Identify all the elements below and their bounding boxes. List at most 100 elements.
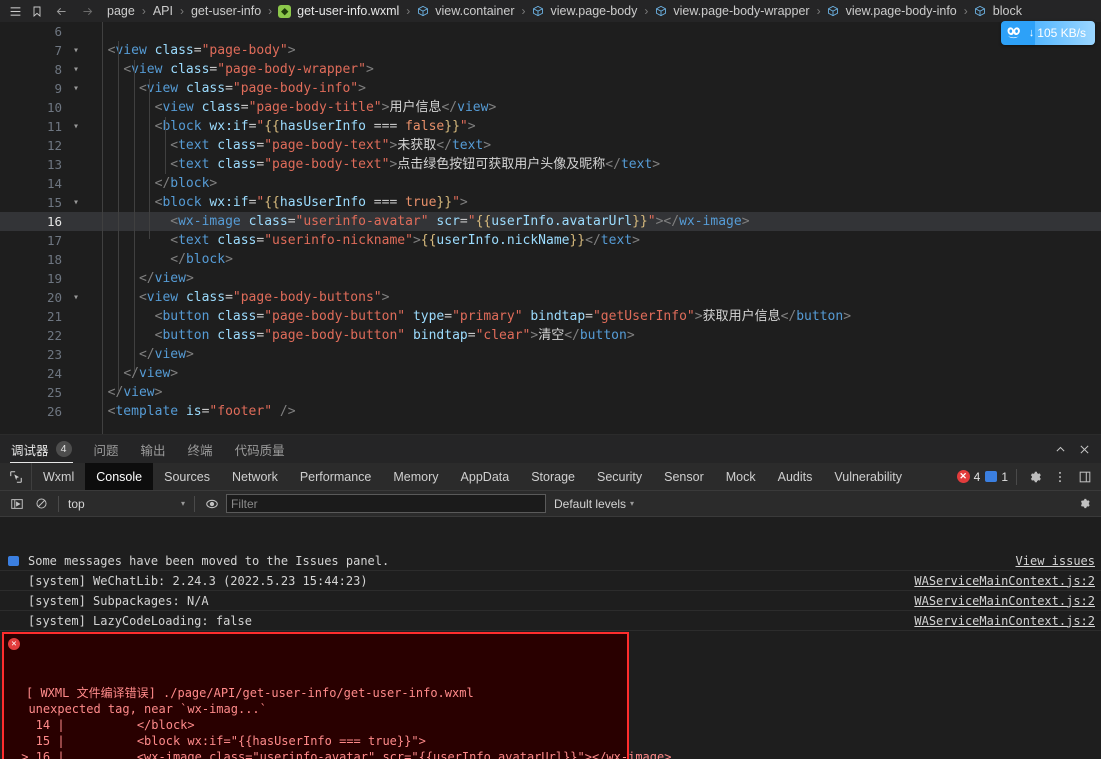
- devtools-tab-sensor[interactable]: Sensor: [653, 463, 715, 490]
- code-token: </: [123, 366, 139, 381]
- code-line[interactable]: 24 </view>: [0, 364, 1101, 383]
- devtools-tab-sources[interactable]: Sources: [153, 463, 221, 490]
- code-line[interactable]: 6: [0, 22, 1101, 41]
- devtools-tab-performance[interactable]: Performance: [289, 463, 383, 490]
- code-line[interactable]: 21 <button class="page-body-button" type…: [0, 307, 1101, 326]
- breadcrumb-item-api[interactable]: API: [152, 4, 174, 18]
- fold-chevron-icon[interactable]: ▾: [69, 60, 83, 79]
- execute-sidebar-icon[interactable]: [5, 493, 29, 515]
- hamburger-menu-icon[interactable]: [4, 1, 26, 21]
- panel-tab-调试器[interactable]: 调试器 4: [0, 435, 83, 463]
- code-line[interactable]: 8 ▾ <view class="page-body-wrapper">: [0, 60, 1101, 79]
- console-row[interactable]: [system] LazyCodeLoading: false WAService…: [0, 611, 1101, 631]
- fold-chevron-icon[interactable]: ▾: [69, 117, 83, 136]
- fold-chevron-icon[interactable]: ▾: [69, 193, 83, 212]
- code-token: </: [780, 309, 797, 324]
- breadcrumb-item-view-page-body[interactable]: view.page-body: [532, 4, 639, 18]
- panel-tab-问题[interactable]: 问题: [83, 435, 130, 463]
- breadcrumb-item-get-user-info[interactable]: get-user-info: [190, 4, 262, 18]
- bookmark-icon[interactable]: [26, 1, 48, 21]
- gear-icon[interactable]: [1072, 493, 1096, 515]
- code-line[interactable]: 19 </view>: [0, 269, 1101, 288]
- console-row[interactable]: [system] Subpackages: N/A WAServiceMainCo…: [0, 591, 1101, 611]
- devtools-tab-mock[interactable]: Mock: [715, 463, 767, 490]
- code-line[interactable]: 22 <button class="page-body-button" bind…: [0, 326, 1101, 345]
- panel-tab-bar: 调试器 4 问题 输出 终端 代码质量: [0, 435, 1101, 463]
- line-number: 22: [46, 328, 62, 343]
- console-row-link[interactable]: WAServiceMainContext.js:2: [914, 614, 1095, 628]
- code-line[interactable]: 23 </view>: [0, 345, 1101, 364]
- code-token: view: [138, 366, 171, 381]
- console-levels-select[interactable]: Default levels ▾: [554, 497, 634, 511]
- devtools-tab-memory[interactable]: Memory: [382, 463, 449, 490]
- chevron-up-icon[interactable]: [1049, 438, 1071, 460]
- panel-tab-输出[interactable]: 输出: [130, 435, 177, 463]
- devtools-tab-audits[interactable]: Audits: [767, 463, 824, 490]
- code-token: >: [459, 195, 468, 210]
- code-line[interactable]: 9 ▾ <view class="page-body-info">: [0, 79, 1101, 98]
- devtools-tab-security[interactable]: Security: [586, 463, 653, 490]
- code-editor[interactable]: 6 7 ▾ <view class="page-body"> 8 ▾ <view cla…: [0, 22, 1101, 434]
- breadcrumb-item-block[interactable]: block: [974, 4, 1023, 18]
- back-button[interactable]: [48, 1, 74, 21]
- clear-console-icon[interactable]: [29, 493, 53, 515]
- console-row[interactable]: Some messages have been moved to the Iss…: [0, 551, 1101, 571]
- live-expression-icon[interactable]: [200, 493, 224, 515]
- console-output[interactable]: Some messages have been moved to the Iss…: [0, 551, 1101, 759]
- breadcrumb-item-page[interactable]: page: [106, 4, 136, 18]
- devtools-tab-console[interactable]: Console: [85, 463, 154, 490]
- close-icon[interactable]: [1073, 438, 1095, 460]
- panel-tab-终端[interactable]: 终端: [177, 435, 224, 463]
- message-count-badge[interactable]: 1: [985, 470, 1008, 484]
- breadcrumb-item-get-user-info-wxml[interactable]: ◆ get-user-info.wxml: [278, 4, 400, 18]
- code-line[interactable]: 26 <template is="footer" />: [0, 402, 1101, 421]
- code-line[interactable]: 7 ▾ <view class="page-body">: [0, 41, 1101, 60]
- code-line[interactable]: 20 ▾ <view class="page-body-buttons">: [0, 288, 1101, 307]
- code-line[interactable]: 15 ▾ <block wx:if="{{hasUserInfo === true…: [0, 193, 1101, 212]
- console-row-link[interactable]: WAServiceMainContext.js:2: [914, 594, 1095, 608]
- code-line[interactable]: 17 <text class="userinfo-nickname">{{use…: [0, 231, 1101, 250]
- code-token: </: [138, 271, 155, 286]
- fold-chevron-icon[interactable]: ▾: [69, 79, 83, 98]
- error-count-badge[interactable]: ✕ 4: [956, 470, 980, 484]
- download-speed-badge[interactable]: ↓ 105 KB/s: [1000, 21, 1095, 45]
- code-line[interactable]: 10 <view class="page-body-title">用户信息</v…: [0, 98, 1101, 117]
- gear-icon[interactable]: [1025, 467, 1045, 487]
- code-token: hasUserInfo: [279, 195, 366, 210]
- devtools-tab-appdata[interactable]: AppData: [450, 463, 521, 490]
- code-line[interactable]: 18 </block>: [0, 250, 1101, 269]
- console-error-block[interactable]: ✕ [ WXML 文件编译错误] ./page/API/get-user-inf…: [2, 632, 671, 759]
- code-line[interactable]: 14 </block>: [0, 174, 1101, 193]
- console-row-link[interactable]: View issues: [1016, 554, 1095, 568]
- fold-chevron-icon[interactable]: ▾: [69, 41, 83, 60]
- divider: [58, 495, 59, 512]
- inspect-element-icon[interactable]: [0, 463, 32, 490]
- console-row-text: [system] LazyCodeLoading: false: [28, 613, 252, 628]
- breadcrumb-item-view-page-body-wrapper[interactable]: view.page-body-wrapper: [654, 4, 810, 18]
- code-token: class: [185, 290, 226, 305]
- code-line[interactable]: 16 <wx-image class="userinfo-avatar" scr…: [0, 212, 1101, 231]
- console-context-select[interactable]: top ▾: [64, 494, 189, 514]
- forward-button[interactable]: [74, 1, 100, 21]
- kebab-menu-icon[interactable]: [1050, 467, 1070, 487]
- breadcrumb-item-view-page-body-info[interactable]: view.page-body-info: [827, 4, 958, 18]
- devtools-tab-wxml[interactable]: Wxml: [32, 463, 85, 490]
- console-filter-input[interactable]: Filter: [226, 494, 546, 513]
- panel-tab-代码质量[interactable]: 代码质量: [224, 435, 296, 463]
- console-row[interactable]: [system] WeChatLib: 2.24.3 (2022.5.23 15…: [0, 571, 1101, 591]
- devtools-tab-storage[interactable]: Storage: [520, 463, 586, 490]
- wechat-devtools-window: 6 7 ▾ <view class="page-body"> 8 ▾ <view cla…: [0, 0, 1101, 759]
- breadcrumb-item-view-container[interactable]: view.container: [416, 4, 515, 18]
- devtools-tab-network[interactable]: Network: [221, 463, 289, 490]
- dock-panel-icon[interactable]: [1075, 467, 1095, 487]
- fold-chevron-icon[interactable]: ▾: [69, 288, 83, 307]
- breadcrumb-item-label: view.page-body-info: [845, 4, 957, 18]
- devtools-tab-vulnerability[interactable]: Vulnerability: [823, 463, 913, 490]
- code-line[interactable]: 25 </view>: [0, 383, 1101, 402]
- code-token: <: [138, 290, 147, 305]
- code-token: }}: [632, 214, 648, 229]
- console-row-link[interactable]: WAServiceMainContext.js:2: [914, 574, 1095, 588]
- code-token: view: [154, 271, 186, 286]
